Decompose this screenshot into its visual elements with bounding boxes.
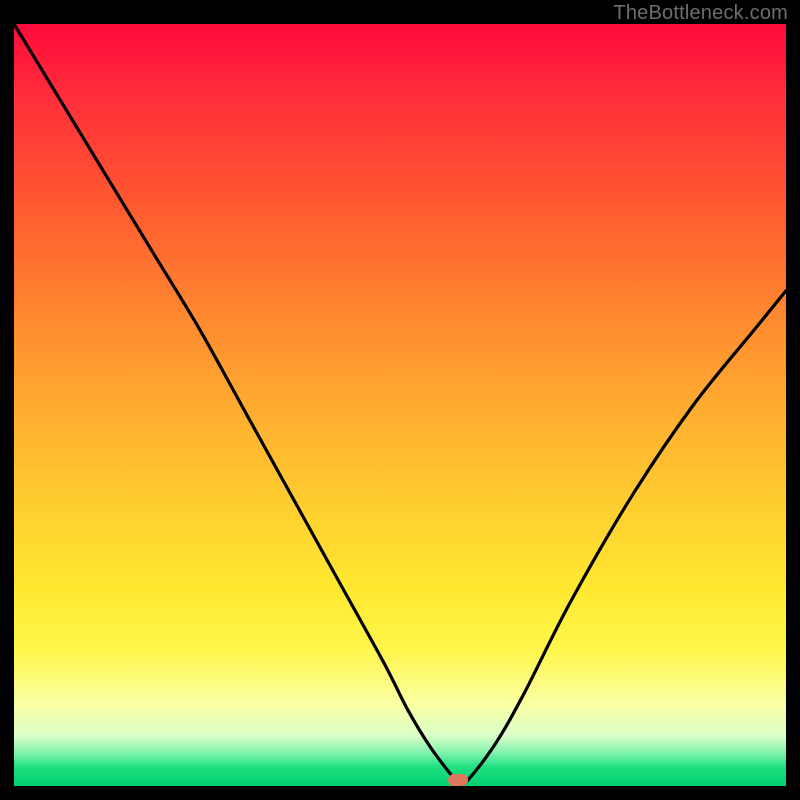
bottleneck-curve xyxy=(14,24,786,786)
chart-frame: TheBottleneck.com xyxy=(0,0,800,800)
plot-area xyxy=(14,24,786,786)
optimal-point-marker xyxy=(448,774,468,786)
watermark-text: TheBottleneck.com xyxy=(613,2,788,25)
